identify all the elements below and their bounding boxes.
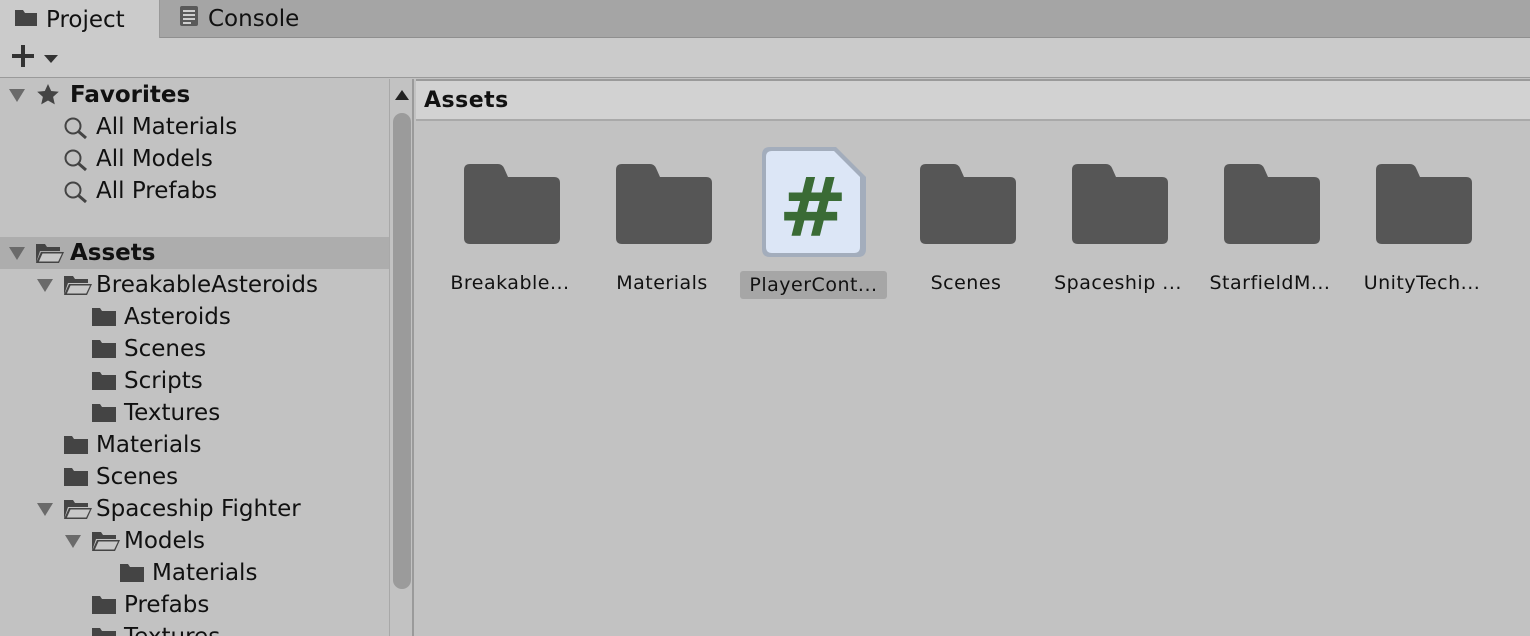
tree-label: BreakableAsteroids bbox=[96, 272, 319, 298]
tree-label: Scenes bbox=[124, 336, 207, 362]
tree-label: All Materials bbox=[96, 114, 238, 140]
tree-folder[interactable]: Materials bbox=[0, 429, 389, 461]
search-icon bbox=[63, 148, 89, 178]
tree-label: Scripts bbox=[124, 368, 203, 394]
folder-icon bbox=[92, 595, 116, 621]
tree-folder[interactable]: BreakableAsteroids bbox=[0, 269, 389, 301]
folder-icon bbox=[92, 403, 116, 429]
csharp-script-icon: # bbox=[758, 143, 866, 261]
asset-label: Scenes bbox=[930, 272, 1002, 294]
folder-icon bbox=[14, 7, 38, 33]
tree-folder[interactable]: Textures bbox=[0, 397, 389, 429]
tree-folder[interactable]: Scenes bbox=[0, 333, 389, 365]
asset-label: UnityTech... bbox=[1363, 272, 1481, 294]
tree-label: Favorites bbox=[70, 82, 191, 108]
tree-label: Assets bbox=[70, 240, 156, 266]
folder-icon bbox=[120, 563, 144, 589]
favorite-item[interactable]: All Prefabs bbox=[0, 175, 389, 207]
star-icon bbox=[36, 83, 60, 113]
tab-console[interactable]: Console bbox=[178, 0, 299, 38]
folder-icon bbox=[92, 627, 116, 636]
asset-item[interactable]: Breakable... bbox=[434, 139, 586, 299]
breadcrumb-assets[interactable]: Assets bbox=[424, 88, 509, 113]
asset-item[interactable]: Scenes bbox=[890, 139, 1042, 299]
asset-label: Breakable... bbox=[450, 272, 570, 294]
expand-arrow-icon[interactable] bbox=[37, 503, 53, 516]
folder-icon bbox=[64, 435, 88, 461]
create-button[interactable] bbox=[10, 44, 66, 72]
asset-label: PlayerCont... bbox=[740, 271, 887, 299]
folder-icon bbox=[92, 307, 116, 333]
console-icon bbox=[178, 5, 200, 33]
tree-folder[interactable]: Scripts bbox=[0, 365, 389, 397]
tree-scrollbar[interactable] bbox=[389, 79, 414, 636]
tab-project[interactable]: Project bbox=[0, 0, 160, 39]
asset-item[interactable]: UnityTech... bbox=[1346, 139, 1498, 299]
chevron-down-icon bbox=[44, 49, 58, 68]
asset-label: StarfieldM... bbox=[1209, 272, 1331, 294]
tree-label: All Models bbox=[96, 146, 213, 172]
folder-icon bbox=[1376, 164, 1472, 248]
tree-folder[interactable]: Models bbox=[0, 525, 389, 557]
folder-icon bbox=[616, 164, 712, 248]
tree-folder[interactable]: Textures bbox=[0, 621, 389, 636]
expand-arrow-icon[interactable] bbox=[37, 279, 53, 292]
tree-label: Textures bbox=[124, 624, 220, 636]
expand-arrow-icon[interactable] bbox=[65, 535, 81, 548]
folder-open-icon bbox=[91, 530, 121, 558]
folder-icon bbox=[920, 164, 1016, 248]
asset-label: Spaceship ... bbox=[1054, 272, 1182, 294]
folder-open-icon bbox=[63, 274, 93, 302]
tree-folder[interactable]: Scenes bbox=[0, 461, 389, 493]
tree-folder[interactable]: Spaceship Fighter bbox=[0, 493, 389, 525]
tree-label: Materials bbox=[96, 432, 202, 458]
tree-label: Spaceship Fighter bbox=[96, 496, 301, 522]
plus-icon bbox=[10, 43, 36, 73]
folder-icon bbox=[1072, 164, 1168, 248]
asset-label: Materials bbox=[616, 272, 708, 294]
project-tree: Favorites All Materials All Models All P… bbox=[0, 79, 389, 636]
folder-open-icon bbox=[35, 242, 65, 270]
folder-icon bbox=[92, 339, 116, 365]
tree-folder[interactable]: Asteroids bbox=[0, 301, 389, 333]
favorite-item[interactable]: All Materials bbox=[0, 111, 389, 143]
tree-label: Scenes bbox=[96, 464, 179, 490]
scroll-up-icon[interactable] bbox=[395, 90, 409, 100]
expand-arrow-icon[interactable] bbox=[9, 89, 25, 102]
asset-item[interactable]: Materials bbox=[586, 139, 738, 299]
expand-arrow-icon[interactable] bbox=[9, 247, 25, 260]
tab-label: Console bbox=[208, 6, 300, 32]
tree-label: All Prefabs bbox=[96, 178, 218, 204]
asset-item[interactable]: StarfieldM... bbox=[1194, 139, 1346, 299]
tab-label: Project bbox=[46, 6, 125, 33]
folder-icon bbox=[1224, 164, 1320, 248]
toolbar bbox=[0, 38, 1530, 78]
folder-icon bbox=[92, 371, 116, 397]
tree-label: Textures bbox=[124, 400, 221, 426]
tree-label: Prefabs bbox=[124, 592, 210, 618]
folder-icon bbox=[464, 164, 560, 248]
asset-item-selected[interactable]: # PlayerCont... bbox=[732, 139, 887, 299]
tree-folder[interactable]: Prefabs bbox=[0, 589, 389, 621]
tab-bar: Project Console bbox=[0, 0, 1530, 39]
tree-label: Models bbox=[124, 528, 206, 554]
scroll-thumb[interactable] bbox=[393, 113, 411, 589]
tree-assets[interactable]: Assets bbox=[0, 237, 389, 269]
tree-folder[interactable]: Materials bbox=[0, 557, 389, 589]
asset-grid-panel: Assets Breakable... Materials # PlayerCo… bbox=[416, 79, 1530, 636]
tree-label: Materials bbox=[152, 560, 258, 586]
favorite-item[interactable]: All Models bbox=[0, 143, 389, 175]
tree-label: Asteroids bbox=[124, 304, 231, 330]
folder-icon bbox=[64, 467, 88, 493]
script-glyph: # bbox=[779, 161, 848, 256]
breadcrumb: Assets bbox=[416, 79, 1530, 121]
search-icon bbox=[63, 116, 89, 146]
folder-open-icon bbox=[63, 498, 93, 526]
tree-favorites[interactable]: Favorites bbox=[0, 79, 389, 111]
asset-item[interactable]: Spaceship ... bbox=[1042, 139, 1194, 299]
search-icon bbox=[63, 180, 89, 210]
